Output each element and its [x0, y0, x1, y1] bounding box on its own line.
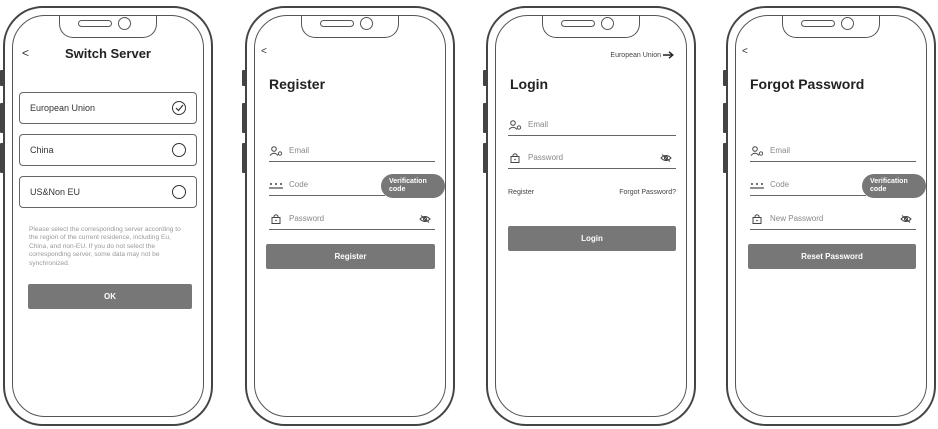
page-title: Login: [510, 76, 549, 92]
page-title: Switch Server: [65, 46, 151, 61]
screen: < Switch Server European Union China US&…: [12, 15, 204, 417]
speaker-grille: [801, 20, 835, 27]
side-button: [483, 70, 487, 86]
verification-code-button[interactable]: Verification code: [862, 174, 926, 198]
camera: [360, 17, 373, 30]
notch: [542, 16, 640, 38]
check-circle-icon: [172, 101, 186, 115]
password-field[interactable]: Password: [269, 208, 435, 230]
email-field[interactable]: Email: [750, 140, 916, 162]
server-note: Please select the corresponding server a…: [29, 226, 181, 267]
email-placeholder: Email: [770, 146, 791, 155]
register-button[interactable]: Register: [266, 244, 435, 269]
server-option-label: China: [30, 145, 54, 155]
lock-icon: [508, 152, 522, 163]
notch: [301, 16, 399, 38]
server-option-us-non-eu[interactable]: US&Non EU: [19, 176, 197, 208]
screen: < Register Email Code Verification code …: [254, 15, 446, 417]
phone-forgot-password: < Forgot Password Email Code Verificatio…: [723, 6, 936, 426]
notch: [59, 16, 157, 38]
email-placeholder: Email: [528, 120, 549, 129]
side-button: [242, 103, 246, 133]
notch: [782, 16, 880, 38]
radio-circle-icon: [172, 185, 186, 199]
phone-switch-server: < Switch Server European Union China US&…: [0, 6, 213, 426]
region-selector[interactable]: European Union: [610, 51, 674, 59]
side-button: [483, 103, 487, 133]
side-button: [0, 103, 4, 133]
code-dots-icon: [269, 181, 283, 189]
user-icon: [269, 145, 283, 156]
side-button: [0, 143, 4, 173]
page-title: Register: [269, 76, 326, 92]
code-dots-icon: [750, 181, 764, 189]
speaker-grille: [320, 20, 354, 27]
side-button: [723, 70, 727, 86]
server-option-china[interactable]: China: [19, 134, 197, 166]
side-button: [0, 70, 4, 86]
user-icon: [508, 119, 522, 130]
password-placeholder: Password: [528, 153, 564, 162]
password-field[interactable]: Password: [508, 147, 676, 169]
password-placeholder: New Password: [770, 214, 824, 223]
phone-register: < Register Email Code Verification code …: [242, 6, 455, 426]
code-placeholder: Code: [770, 180, 790, 189]
side-button: [723, 143, 727, 173]
server-option-label: US&Non EU: [30, 187, 81, 197]
speaker-grille: [561, 20, 595, 27]
lock-icon: [750, 213, 764, 224]
side-button: [483, 143, 487, 173]
camera: [841, 17, 854, 30]
reset-password-button[interactable]: Reset Password: [748, 244, 916, 269]
lock-icon: [269, 213, 283, 224]
forgot-password-link[interactable]: Forgot Password?: [619, 189, 676, 196]
register-link[interactable]: Register: [508, 189, 534, 196]
code-field[interactable]: Code: [269, 174, 385, 196]
arrow-right-icon: [663, 51, 674, 59]
speaker-grille: [78, 20, 112, 27]
code-placeholder: Code: [289, 180, 309, 189]
verification-code-button[interactable]: Verification code: [381, 174, 445, 198]
back-button[interactable]: <: [742, 46, 748, 57]
side-button: [723, 103, 727, 133]
server-option-eu[interactable]: European Union: [19, 92, 197, 124]
eye-off-icon[interactable]: [660, 153, 672, 162]
radio-circle-icon: [172, 143, 186, 157]
new-password-field[interactable]: New Password: [750, 208, 916, 230]
camera: [118, 17, 131, 30]
camera: [601, 17, 614, 30]
eye-off-icon[interactable]: [900, 214, 912, 223]
side-button: [242, 70, 246, 86]
side-button: [242, 143, 246, 173]
back-button[interactable]: <: [22, 46, 29, 60]
screen: European Union Login Email Password Regi…: [495, 15, 687, 417]
email-field[interactable]: Email: [508, 114, 676, 136]
phone-login: European Union Login Email Password Regi…: [483, 6, 696, 426]
screen: < Forgot Password Email Code Verificatio…: [735, 15, 927, 417]
page-title: Forgot Password: [750, 76, 865, 92]
eye-off-icon[interactable]: [419, 214, 431, 223]
ok-button[interactable]: OK: [28, 284, 192, 309]
back-button[interactable]: <: [261, 46, 267, 57]
email-placeholder: Email: [289, 146, 310, 155]
server-option-label: European Union: [30, 103, 96, 113]
email-field[interactable]: Email: [269, 140, 435, 162]
user-icon: [750, 145, 764, 156]
password-placeholder: Password: [289, 214, 325, 223]
code-field[interactable]: Code: [750, 174, 866, 196]
login-button[interactable]: Login: [508, 226, 676, 251]
region-label: European Union: [610, 51, 661, 59]
